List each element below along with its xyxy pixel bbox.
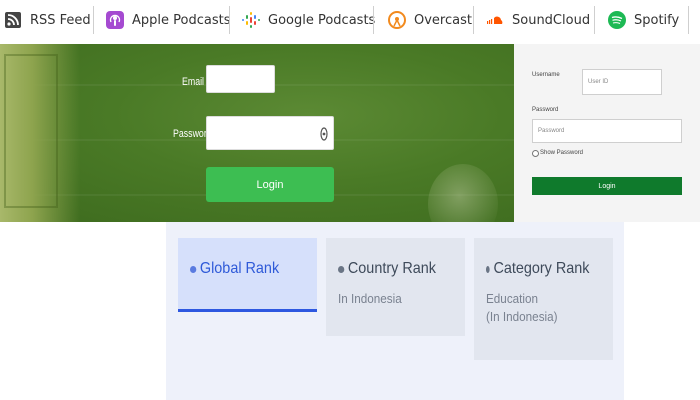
- divider: [229, 6, 230, 34]
- divider: [594, 6, 595, 34]
- country-rank-subtitle: In Indonesia: [338, 291, 402, 306]
- rank-section: Global Rank Country Rank In Indonesia Ca…: [166, 222, 624, 400]
- rank-icon: [338, 265, 345, 273]
- background-ball-image: [428, 164, 498, 222]
- overcast-link[interactable]: Overcast: [388, 0, 472, 40]
- username-label: Username: [532, 72, 560, 78]
- divider: [93, 6, 94, 34]
- hero-login-section: Email Password Login: [0, 44, 514, 222]
- show-password-icon[interactable]: [319, 126, 329, 142]
- panel-login-button[interactable]: Login: [532, 177, 682, 195]
- google-podcasts-label: Google Podcasts: [268, 12, 376, 28]
- google-podcasts-icon: [242, 11, 260, 29]
- rank-icon: [190, 265, 197, 273]
- apple-podcasts-link[interactable]: Apple Podcasts: [106, 0, 230, 40]
- podcast-links-bar: RSS Feed Apple Podcasts Google Podcasts: [0, 0, 700, 44]
- google-podcasts-link[interactable]: Google Podcasts: [242, 0, 375, 40]
- rss-icon: [4, 11, 22, 29]
- apple-podcasts-icon: [106, 11, 124, 29]
- panel-password-input[interactable]: Password: [532, 119, 682, 143]
- divider: [688, 6, 689, 34]
- overcast-icon: [388, 11, 406, 29]
- rss-feed-label: RSS Feed: [30, 12, 91, 28]
- category-rank-title: Category Rank: [493, 260, 590, 277]
- spotify-icon: [608, 11, 626, 29]
- spotify-label: Spotify: [634, 12, 680, 28]
- username-input[interactable]: User ID: [582, 69, 662, 95]
- rss-feed-link[interactable]: RSS Feed: [4, 0, 91, 40]
- show-password-checkbox[interactable]: [532, 150, 539, 157]
- divider: [373, 6, 374, 34]
- category-rank-subtitle-country: (In Indonesia): [486, 309, 558, 324]
- rank-icon: [486, 265, 490, 273]
- soundcloud-label: SoundCloud: [512, 12, 591, 28]
- overcast-label: Overcast: [414, 12, 472, 28]
- country-rank-title: Country Rank: [347, 260, 436, 277]
- category-rank-card[interactable]: Category Rank Education (In Indonesia): [474, 238, 613, 360]
- soundcloud-link[interactable]: SoundCloud: [486, 0, 590, 40]
- divider: [473, 6, 474, 34]
- category-rank-subtitle: Education: [486, 291, 539, 306]
- apple-podcasts-label: Apple Podcasts: [132, 12, 231, 28]
- spotify-link[interactable]: Spotify: [608, 0, 679, 40]
- panel-password-label: Password: [532, 107, 559, 113]
- hero-login-button[interactable]: Login: [206, 167, 334, 202]
- soundcloud-icon: [486, 11, 504, 29]
- password-input[interactable]: [206, 116, 334, 150]
- country-rank-card[interactable]: Country Rank In Indonesia: [326, 238, 465, 336]
- email-label: Email: [182, 76, 205, 88]
- global-rank-card[interactable]: Global Rank: [178, 238, 317, 312]
- show-password-label: Show Password: [540, 150, 584, 156]
- global-rank-title: Global Rank: [199, 260, 280, 277]
- side-login-panel: Username User ID Password Password Show …: [514, 44, 700, 222]
- email-input[interactable]: [206, 65, 275, 93]
